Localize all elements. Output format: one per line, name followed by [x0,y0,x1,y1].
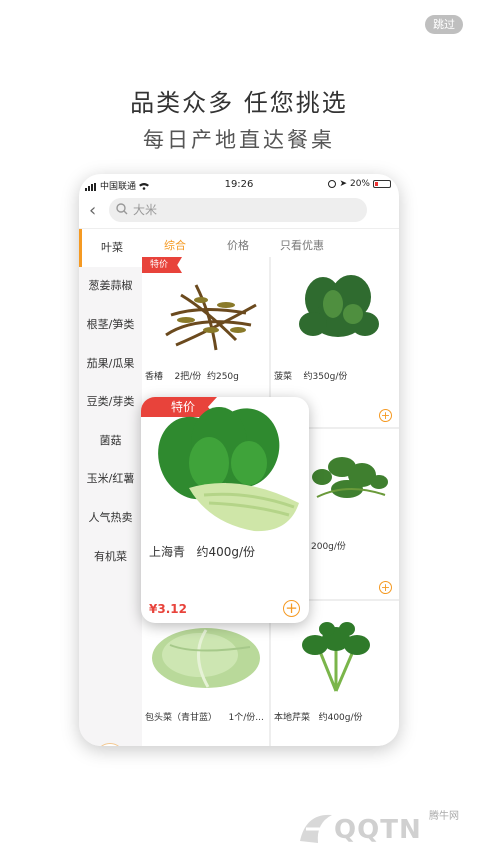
product-name: 上海青 [149,545,186,559]
skip-button[interactable]: 跳过 [425,15,463,34]
product-image-cabbage [152,628,260,688]
watermark-mark-icon [300,814,332,843]
product-name: 本地芹菜 [274,713,311,723]
add-to-cart-button[interactable]: + [379,581,392,594]
location-icon: ➤ [339,179,347,189]
product-image-spinach [299,275,379,337]
page: 跳过 品类众多 任您挑选 每日产地直达餐桌 中国联通 19:26 ➤ 20% ‹… [0,0,478,851]
search-bar-row: ‹ 大米 [79,196,399,226]
back-chevron-icon[interactable]: ‹ [89,200,96,221]
product-weight: 约250g [206,372,239,382]
tab-discount-only[interactable]: 只看优惠 [280,237,324,253]
product-image-celery [302,622,370,692]
search-icon [116,203,128,215]
watermark-sub: 腾牛网 [429,811,459,822]
category-item-corn[interactable]: 玉米/红薯 [79,460,142,498]
lock-rotation-icon [328,180,337,188]
search-placeholder: 大米 [133,203,158,217]
category-item-leafy[interactable]: 叶菜 [79,229,142,267]
sort-tabs: 综合 价格 只看优惠 [142,229,399,257]
category-item-aromatics[interactable]: 葱姜蒜椒 [79,267,142,305]
product-spec: 约400g/份 [196,545,256,559]
battery-percent: 20% [349,179,370,189]
headline: 品类众多 任您挑选 [130,89,348,117]
special-price-tag: 特价 [142,257,183,273]
subheadline: 每日产地直达餐桌 [143,128,335,152]
product-image-toona [165,284,257,351]
product-spec: 1个/份... [228,713,264,723]
status-bar: 中国联通 19:26 ➤ 20% [79,174,399,194]
product-price: ¥3.12 [149,602,187,616]
product-name: 香椿 [145,372,164,382]
featured-product-card[interactable]: 特价 上海青 约400g/份 ¥3.12 + [141,397,309,623]
category-sidebar: 叶菜 葱姜蒜椒 根茎/笋类 茄果/瓜果 豆类/芽类 菌菇 玉米/红薯 人气热卖 … [79,229,142,746]
product-image-greens [312,457,388,498]
product-spec: 约400g/份 [318,713,363,723]
category-item-beans[interactable]: 豆类/芽类 [79,383,142,421]
category-item-fruits[interactable]: 茄果/瓜果 [79,345,142,383]
watermark-logo: QQTN 腾牛网 [296,805,471,847]
product-name: 包头菜（青甘蓝） [145,713,218,723]
watermark-brand: QQTN [334,815,422,845]
search-input[interactable]: 大米 [109,198,367,222]
category-item-roots[interactable]: 根茎/笋类 [79,306,142,344]
add-to-cart-button[interactable]: + [283,600,300,617]
product-image-bok-choy [158,407,299,532]
cart-button[interactable] [95,743,125,746]
category-item-mushrooms[interactable]: 菌菇 [79,422,142,460]
product-spec: 200g/份 [311,542,346,552]
tab-overall[interactable]: 综合 [164,237,186,253]
category-item-popular[interactable]: 人气热卖 [79,499,142,537]
tab-price[interactable]: 价格 [227,237,249,253]
battery-icon [373,180,391,188]
category-item-organic[interactable]: 有机菜 [79,538,142,576]
add-to-cart-button[interactable]: + [379,409,392,422]
product-spec: 约350g/份 [303,372,348,382]
product-name: 菠菜 [274,372,293,382]
product-spec: 2把/份 [174,372,202,382]
